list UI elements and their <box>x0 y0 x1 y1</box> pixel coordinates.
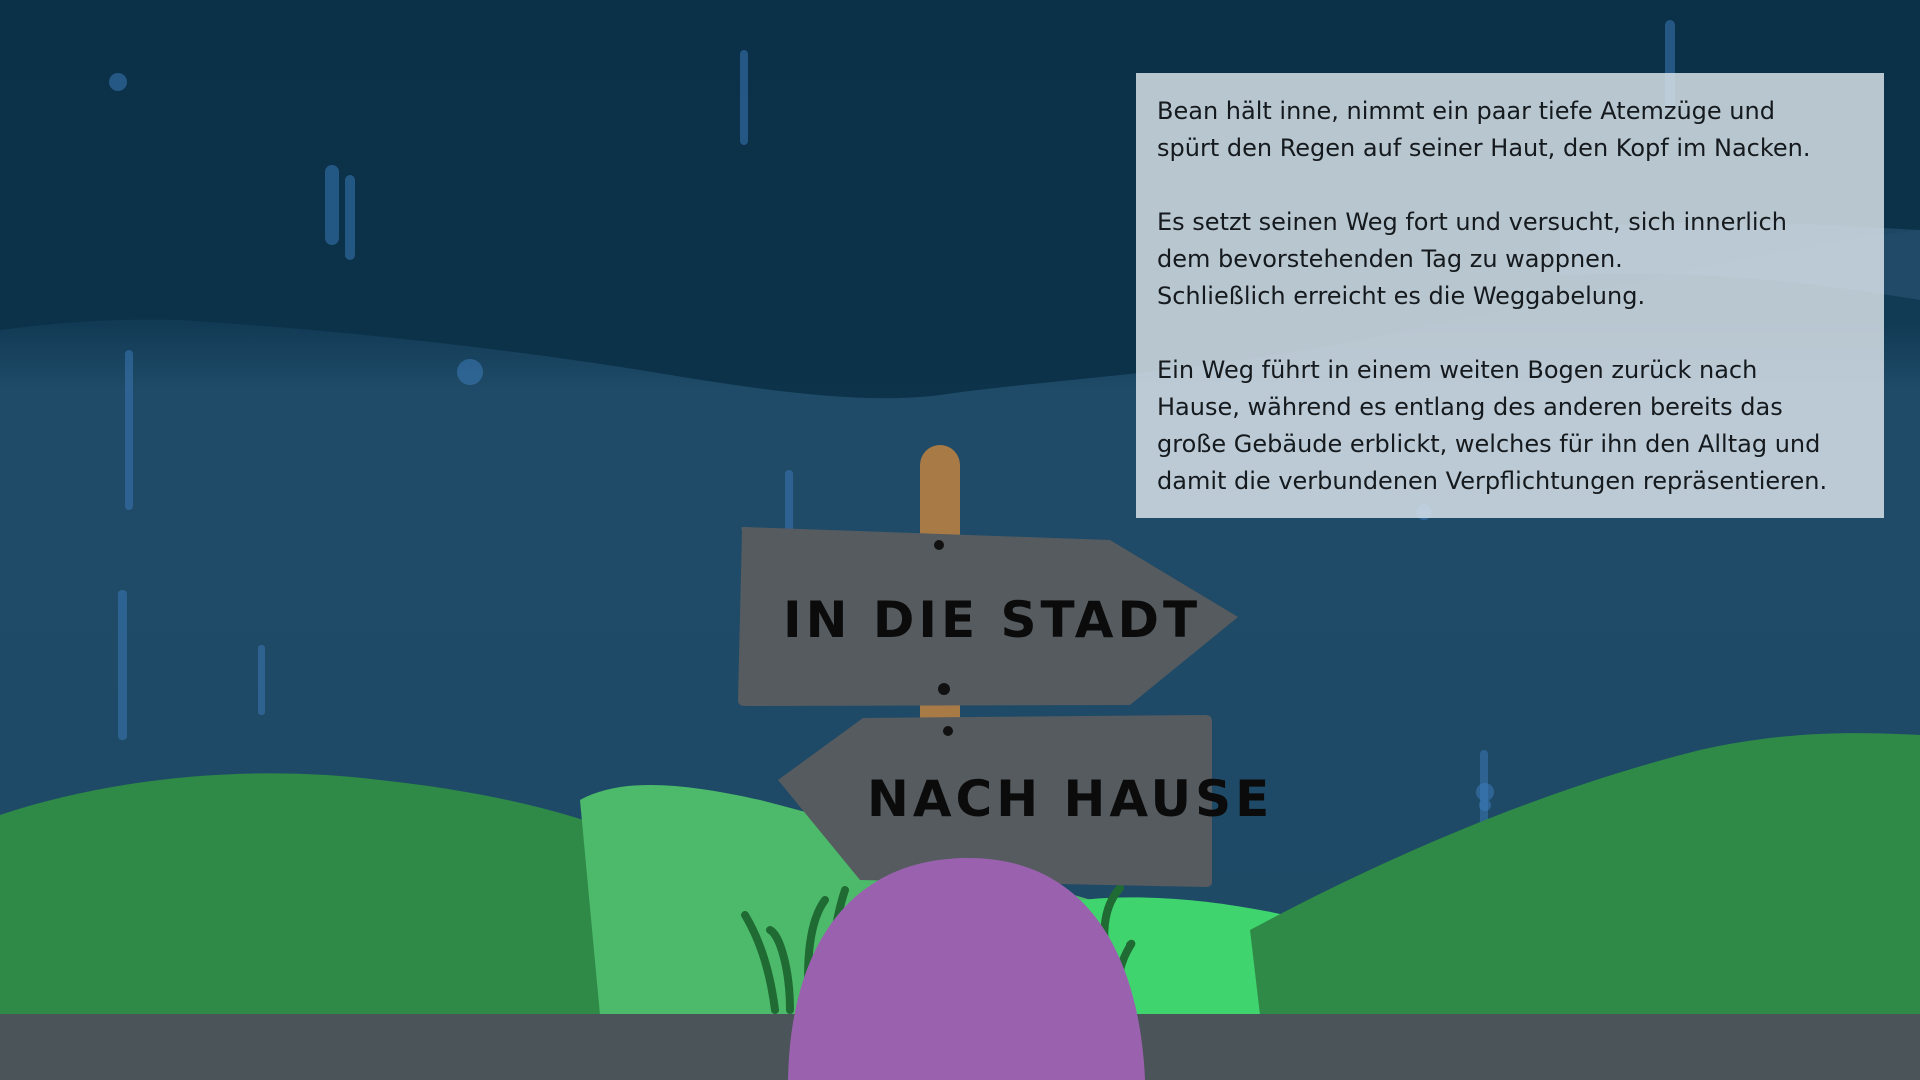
narration-paragraph-1: Bean hält inne, nimmt ein paar tiefe Ate… <box>1157 97 1811 162</box>
sign-upper-label: IN DIE STADT <box>783 591 1201 649</box>
narration-paragraph-2: Es setzt seinen Weg fort und versucht, s… <box>1157 208 1787 310</box>
narration-box: Bean hält inne, nimmt ein paar tiefe Ate… <box>1136 73 1884 518</box>
sign-nach-hause: NACH HAUSE <box>778 715 1273 887</box>
game-scene: IN DIE STADT NACH HAUSE Bean hält inne, … <box>0 0 1920 1080</box>
sign-lower-label: NACH HAUSE <box>867 770 1273 828</box>
narration-paragraph-3: Ein Weg führt in einem weiten Bogen zurü… <box>1157 356 1828 495</box>
